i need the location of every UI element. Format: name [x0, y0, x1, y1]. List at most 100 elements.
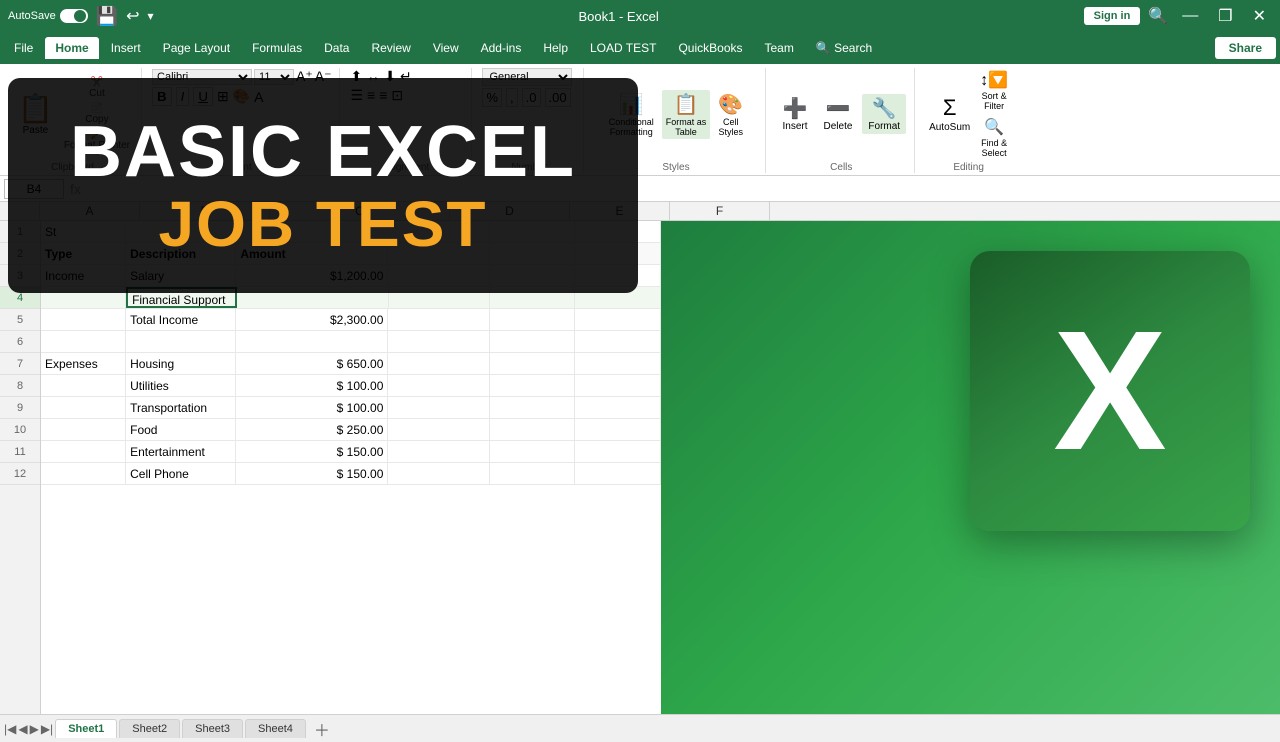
sheet-nav-prev[interactable]: ◀ — [18, 722, 27, 736]
conditional-formatting-button[interactable]: 📊 ConditionalFormatting — [605, 90, 658, 139]
format-button[interactable]: 🔧 Format — [862, 94, 906, 134]
cell-d5[interactable] — [388, 309, 490, 330]
underline-button[interactable]: U — [193, 87, 213, 106]
tab-insert[interactable]: Insert — [101, 37, 151, 59]
cell-a7[interactable]: Expenses — [41, 353, 126, 374]
wrap-text-button[interactable]: ↵ — [400, 68, 412, 85]
row-num-12[interactable]: 12 — [0, 463, 40, 485]
cell-f8[interactable] — [575, 375, 660, 396]
cell-b1[interactable] — [126, 221, 236, 242]
cell-b12[interactable]: Cell Phone — [126, 463, 236, 484]
cell-f4[interactable] — [575, 287, 660, 308]
cell-a12[interactable] — [41, 463, 126, 484]
copy-button[interactable]: 📄 Copy — [61, 102, 133, 126]
cell-d2[interactable] — [388, 243, 490, 264]
name-box[interactable] — [4, 179, 64, 199]
merge-center-button[interactable]: ⊡ — [391, 87, 403, 104]
cell-a5[interactable] — [41, 309, 126, 330]
align-top-button[interactable]: ⬆ — [350, 68, 362, 85]
cell-b6[interactable] — [126, 331, 236, 352]
cell-b7[interactable]: Housing — [126, 353, 236, 374]
cell-d1[interactable] — [388, 221, 490, 242]
cell-f2[interactable] — [575, 243, 660, 264]
percent-button[interactable]: % — [482, 88, 502, 107]
cell-b10[interactable]: Food — [126, 419, 236, 440]
italic-button[interactable]: I — [176, 87, 190, 106]
cell-e1[interactable] — [490, 221, 575, 242]
insert-button[interactable]: ➕ Insert — [776, 94, 813, 134]
row-num-10[interactable]: 10 — [0, 419, 40, 441]
format-as-table-button[interactable]: 📋 Format asTable — [662, 90, 711, 139]
paste-button[interactable]: 📋 Paste — [12, 88, 59, 140]
row-num-11[interactable]: 11 — [0, 441, 40, 463]
delete-button[interactable]: ➖ Delete — [818, 94, 859, 134]
cell-c9[interactable]: $ 100.00 — [236, 397, 388, 418]
cell-c11[interactable]: $ 150.00 — [236, 441, 388, 462]
cell-d10[interactable] — [388, 419, 490, 440]
row-num-1[interactable]: 1 — [0, 221, 40, 243]
cell-f12[interactable] — [575, 463, 660, 484]
share-button[interactable]: Share — [1215, 37, 1276, 59]
col-header-d[interactable]: D — [450, 202, 570, 220]
cell-a3[interactable]: Income — [41, 265, 126, 286]
cell-e3[interactable] — [490, 265, 575, 286]
cell-d3[interactable] — [388, 265, 490, 286]
tab-data[interactable]: Data — [314, 37, 359, 59]
cell-e8[interactable] — [490, 375, 575, 396]
cell-e12[interactable] — [490, 463, 575, 484]
font-color-button[interactable]: A — [254, 89, 263, 105]
decrease-decimal-button[interactable]: .00 — [545, 88, 571, 107]
col-header-b[interactable]: B — [140, 202, 270, 220]
fill-color-button[interactable]: 🎨 — [233, 88, 250, 105]
increase-decimal-button[interactable]: .0 — [522, 88, 541, 107]
restore-button[interactable]: ❐ — [1212, 4, 1238, 28]
font-family-select[interactable]: Calibri — [152, 69, 252, 85]
cell-e6[interactable] — [490, 331, 575, 352]
cell-a6[interactable] — [41, 331, 126, 352]
sheet-nav-first[interactable]: |◀ — [4, 722, 16, 736]
tab-view[interactable]: View — [423, 37, 469, 59]
formula-input[interactable] — [87, 180, 1276, 198]
cell-f9[interactable] — [575, 397, 660, 418]
cell-a10[interactable] — [41, 419, 126, 440]
tab-page-layout[interactable]: Page Layout — [153, 37, 240, 59]
cell-b3[interactable]: Salary — [126, 265, 236, 286]
cell-c3[interactable]: $1,200.00 — [236, 265, 388, 286]
sheet-nav-next[interactable]: ▶ — [30, 722, 39, 736]
align-right-button[interactable]: ≡ — [379, 87, 387, 104]
sheet-tab-sheet2[interactable]: Sheet2 — [119, 719, 180, 738]
increase-font-button[interactable]: A⁺ — [296, 68, 313, 85]
cell-b11[interactable]: Entertainment — [126, 441, 236, 462]
cell-e10[interactable] — [490, 419, 575, 440]
cell-d6[interactable] — [388, 331, 490, 352]
minimize-button[interactable]: — — [1176, 5, 1204, 27]
align-bottom-button[interactable]: ⬇ — [384, 68, 396, 85]
tab-formulas[interactable]: Formulas — [242, 37, 312, 59]
cell-b9[interactable]: Transportation — [126, 397, 236, 418]
cell-f7[interactable] — [575, 353, 660, 374]
row-num-3[interactable]: 3 — [0, 265, 40, 287]
bold-button[interactable]: B — [152, 87, 172, 106]
cell-styles-button[interactable]: 🎨 CellStyles — [714, 90, 747, 139]
cell-c12[interactable]: $ 150.00 — [236, 463, 388, 484]
cell-a4[interactable] — [41, 287, 126, 308]
sort-filter-button[interactable]: ↕🔽 Sort &Filter — [976, 68, 1012, 113]
sheet-nav-last[interactable]: ▶| — [41, 722, 53, 736]
cell-c6[interactable] — [236, 331, 388, 352]
cell-b8[interactable]: Utilities — [126, 375, 236, 396]
cell-f6[interactable] — [575, 331, 660, 352]
tab-quickbooks[interactable]: QuickBooks — [668, 37, 752, 59]
cell-f10[interactable] — [575, 419, 660, 440]
close-button[interactable]: ✕ — [1247, 4, 1272, 28]
tab-load-test[interactable]: LOAD TEST — [580, 37, 666, 59]
cell-a8[interactable] — [41, 375, 126, 396]
tab-file[interactable]: File — [4, 37, 43, 59]
cell-e7[interactable] — [490, 353, 575, 374]
cell-c8[interactable]: $ 100.00 — [236, 375, 388, 396]
row-num-6[interactable]: 6 — [0, 331, 40, 353]
cell-b2[interactable]: Description — [126, 243, 236, 264]
decrease-font-button[interactable]: A⁻ — [315, 68, 332, 85]
cell-d12[interactable] — [388, 463, 490, 484]
cell-d11[interactable] — [388, 441, 490, 462]
row-num-7[interactable]: 7 — [0, 353, 40, 375]
